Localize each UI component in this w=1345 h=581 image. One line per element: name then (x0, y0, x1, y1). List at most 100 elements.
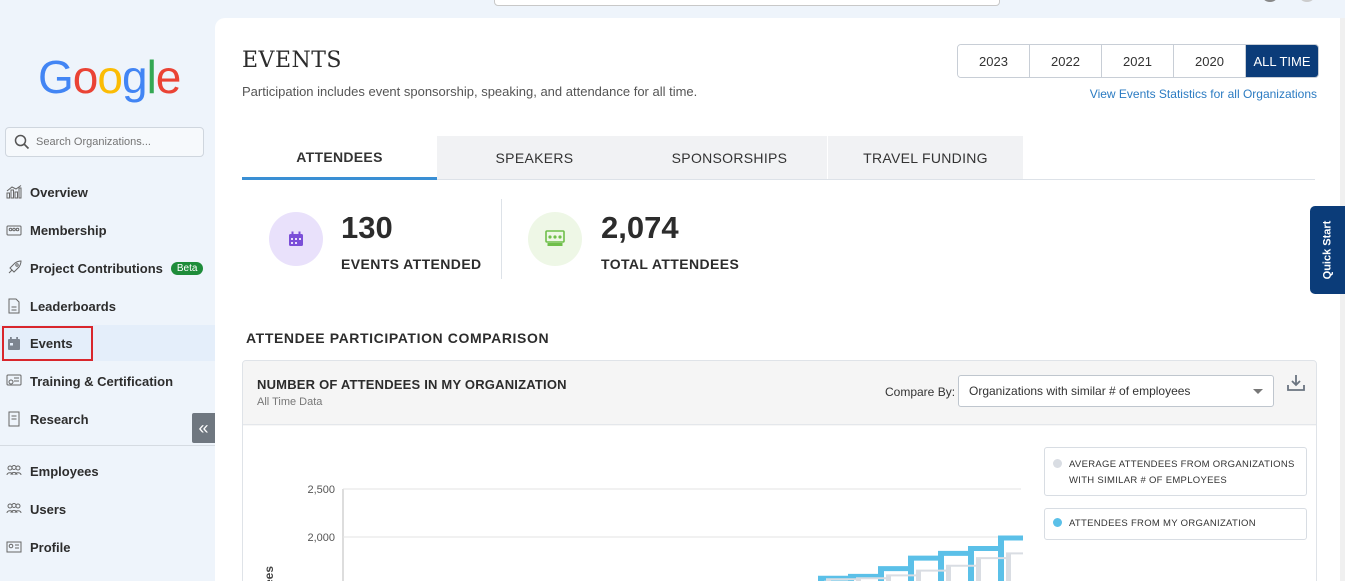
total-attendees-value: 2,074 (601, 210, 679, 245)
highlight-box (2, 326, 93, 361)
tab-sponsorships[interactable]: SPONSORSHIPS (632, 136, 827, 179)
sidebar-item-label: Overview (30, 184, 88, 200)
download-icon[interactable] (1286, 373, 1306, 393)
total-attendees-label: TOTAL ATTENDEES (601, 256, 740, 272)
chart-area: 2,5002,0001,500 ees AVERAGE ATTENDEES FR… (243, 426, 1316, 581)
book-icon (5, 411, 23, 427)
audience-icon (545, 230, 565, 246)
legend-label: AVERAGE ATTENDEES FROM ORGANIZATIONS WIT… (1069, 459, 1295, 486)
card-subtitle: All Time Data (257, 396, 323, 408)
events-attended-icon-circle (269, 212, 323, 266)
section-title: ATTENDEE PARTICIPATION COMPARISON (246, 330, 550, 346)
view-all-organizations-link[interactable]: View Events Statistics for all Organizat… (1090, 87, 1317, 101)
sidebar: Google Overview Membership Project Contr… (0, 0, 215, 581)
compare-by-label: Compare By: (885, 385, 956, 399)
my-organization-bar[interactable] (968, 548, 974, 581)
sidebar-item-label: Employees (30, 463, 99, 479)
members-icon (5, 222, 23, 238)
notification-icon[interactable] (1261, 0, 1279, 2)
my-organization-bar[interactable] (908, 558, 914, 581)
google-logo: Google (38, 50, 182, 104)
sidebar-item-label: Profile (30, 539, 71, 555)
quick-start-button[interactable]: Quick Start (1310, 206, 1345, 294)
year-button-2023[interactable]: 2023 (958, 45, 1030, 77)
compare-by-select[interactable]: Organizations with similar # of employee… (958, 375, 1274, 407)
sidebar-item-leaderboards[interactable]: Leaderboards (0, 288, 215, 324)
tab-travel-funding[interactable]: TRAVEL FUNDING (828, 136, 1023, 179)
legend-item-my-organization[interactable]: ATTENDEES FROM MY ORGANIZATION (1044, 508, 1307, 540)
search-icon (14, 134, 30, 150)
average-bar[interactable] (916, 570, 921, 581)
y-axis-label: ees (262, 566, 276, 581)
document-icon (5, 298, 23, 314)
y-tick-label: 2,500 (307, 484, 335, 496)
my-organization-bar[interactable] (938, 553, 944, 581)
logo-letter: e (155, 51, 182, 103)
sidebar-item-label: Users (30, 501, 67, 517)
profile-icon (5, 539, 23, 555)
sidebar-item-research[interactable]: Research (0, 401, 215, 437)
sidebar-item-employees[interactable]: Employees (0, 453, 215, 489)
legend-item-average[interactable]: AVERAGE ATTENDEES FROM ORGANIZATIONS WIT… (1044, 447, 1307, 496)
calendar-icon (289, 231, 303, 246)
scrollbar[interactable] (1340, 18, 1345, 581)
beta-badge: Beta (170, 261, 204, 275)
sidebar-item-project-contributions[interactable]: Project Contributions Beta (0, 250, 215, 286)
card-title: NUMBER OF ATTENDEES IN MY ORGANIZATION (257, 377, 567, 392)
sidebar-item-membership[interactable]: Membership (0, 212, 215, 248)
year-filter: 2023 2022 2021 2020 ALL TIME (957, 44, 1319, 78)
sidebar-item-label: Research (30, 411, 89, 427)
tab-speakers[interactable]: SPEAKERS (437, 136, 632, 179)
average-bar[interactable] (946, 565, 951, 581)
legend-label: ATTENDEES FROM MY ORGANIZATION (1069, 518, 1256, 529)
y-tick-label: 2,000 (307, 532, 335, 544)
avatar[interactable] (1298, 0, 1316, 2)
global-search-input[interactable] (494, 0, 1000, 6)
card-header: NUMBER OF ATTENDEES IN MY ORGANIZATION A… (243, 361, 1316, 425)
sidebar-item-training-certification[interactable]: Training & Certification (0, 363, 215, 399)
logo-letter: g (121, 51, 148, 103)
average-bar[interactable] (976, 558, 981, 581)
logo-letter: l (146, 51, 157, 103)
tab-attendees[interactable]: ATTENDEES (242, 136, 437, 180)
sidebar-item-users[interactable]: Users (0, 491, 215, 527)
compare-by-value: Organizations with similar # of employee… (969, 384, 1191, 398)
attendee-chart-card: NUMBER OF ATTENDEES IN MY ORGANIZATION A… (242, 360, 1317, 581)
organization-search-input[interactable] (36, 136, 186, 148)
year-button-all-time[interactable]: ALL TIME (1246, 45, 1318, 77)
page-subtitle: Participation includes event sponsorship… (242, 84, 698, 99)
legend-dot (1053, 518, 1062, 527)
divider (501, 199, 502, 279)
sidebar-item-label: Project Contributions (30, 260, 163, 276)
year-button-2021[interactable]: 2021 (1102, 45, 1174, 77)
people-icon (5, 501, 23, 517)
year-button-2022[interactable]: 2022 (1030, 45, 1102, 77)
sidebar-item-profile[interactable]: Profile (0, 529, 215, 565)
sidebar-item-label: Training & Certification (30, 373, 174, 389)
rocket-icon (5, 260, 23, 276)
organization-search[interactable] (5, 127, 204, 157)
legend-dot (1053, 459, 1062, 468)
divider (0, 445, 215, 446)
year-button-2020[interactable]: 2020 (1174, 45, 1246, 77)
logo-letter: G (38, 51, 74, 103)
total-attendees-icon-circle (528, 212, 582, 266)
logo-letter: o (97, 51, 123, 103)
chart-icon (5, 184, 23, 200)
main-panel: EVENTS Participation includes event spon… (215, 18, 1345, 581)
logo-letter: o (72, 51, 99, 103)
sidebar-item-label: Leaderboards (30, 298, 116, 314)
sidebar-item-label: Membership (30, 222, 107, 238)
page-title: EVENTS (242, 48, 343, 73)
tab-bar: ATTENDEES SPEAKERS SPONSORSHIPS TRAVEL F… (242, 136, 1315, 180)
average-bar[interactable] (1006, 553, 1011, 581)
sidebar-item-overview[interactable]: Overview (0, 174, 215, 210)
collapse-sidebar-button[interactable]: « (192, 413, 215, 443)
double-chevron-left-icon: « (198, 417, 209, 438)
events-attended-label: EVENTS ATTENDED (341, 256, 482, 272)
my-organization-bar[interactable] (998, 537, 1004, 581)
chevron-down-icon (1253, 389, 1263, 394)
quick-start-label: Quick Start (1321, 220, 1334, 280)
people-icon (5, 463, 23, 479)
events-attended-value: 130 (341, 210, 393, 245)
